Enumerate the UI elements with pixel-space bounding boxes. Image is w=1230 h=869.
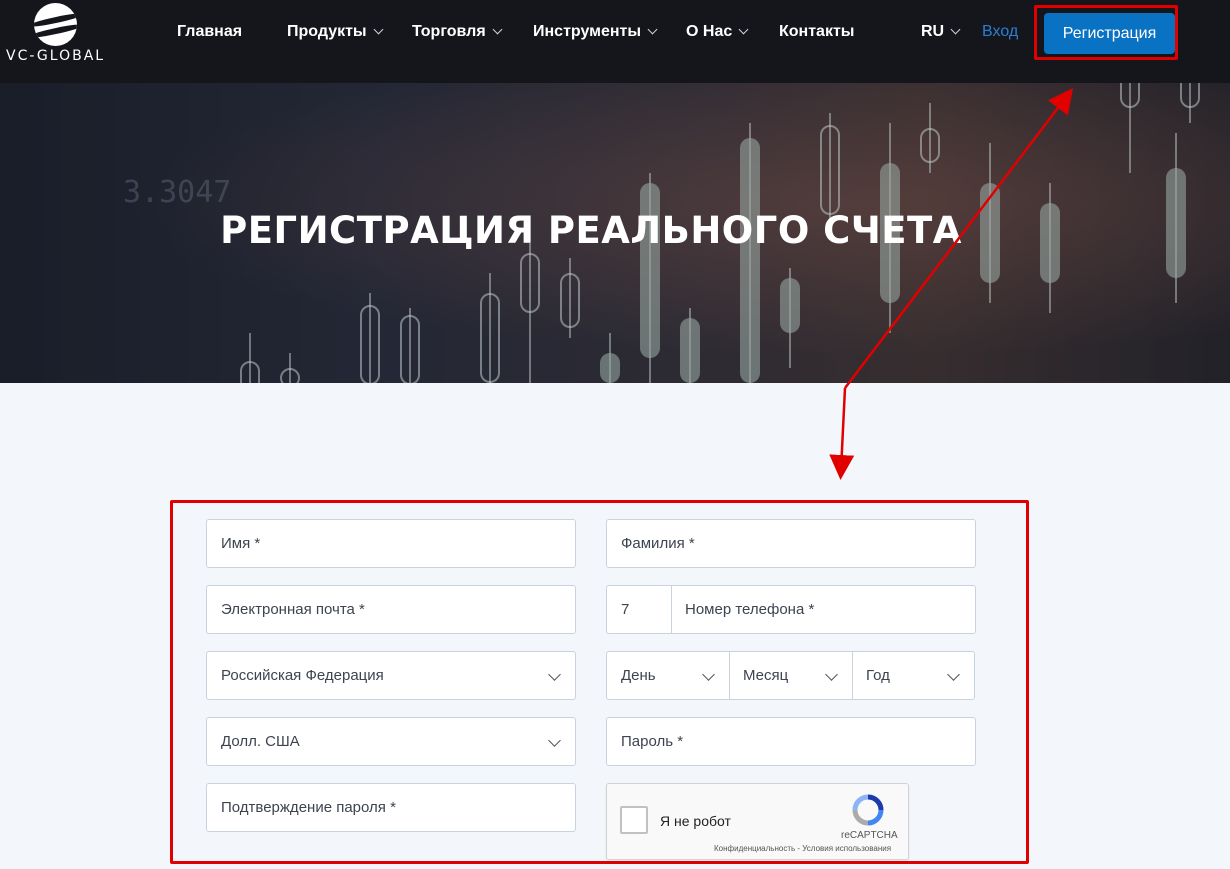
hero-banner: 3.3047 РЕГИСТРАЦИЯ РЕАЛЬНОГО СЧЕТА [0, 83, 1230, 383]
logo[interactable]: VC-GLOBAL [0, 0, 110, 70]
country-selected-value: Российская Федерация [221, 667, 384, 684]
birth-year-label: Год [866, 667, 890, 684]
phone-code-input[interactable]: 7 [607, 586, 671, 633]
nav-item-label: Торговля [412, 23, 486, 40]
chevron-down-icon [738, 24, 749, 35]
chevron-down-icon [548, 668, 561, 681]
phone-group: 7 Номер телефона * [606, 585, 976, 634]
currency-select[interactable]: Долл. США [206, 717, 576, 766]
nav-item-about[interactable]: О Нас [686, 23, 749, 41]
birth-year-select[interactable]: Год [852, 652, 974, 699]
first-name-input[interactable]: Имя * [206, 519, 576, 568]
recaptcha-checkbox[interactable] [620, 806, 648, 834]
recaptcha-widget: Я не робот reCAPTCHA Конфиденциальность … [606, 783, 909, 860]
chevron-down-icon [548, 734, 561, 747]
recaptcha-label: Я не робот [660, 813, 731, 829]
phone-number-input[interactable]: Номер телефона * [671, 586, 975, 633]
password-confirm-placeholder: Подтверждение пароля * [221, 799, 396, 816]
chevron-down-icon [702, 668, 715, 681]
ticker-number: 3.3047 [123, 175, 232, 210]
currency-selected-value: Долл. США [221, 733, 300, 750]
chevron-down-icon [373, 24, 384, 35]
phone-number-placeholder: Номер телефона * [685, 601, 815, 618]
birth-day-select[interactable]: День [607, 652, 729, 699]
chevron-down-icon [825, 668, 838, 681]
last-name-placeholder: Фамилия * [621, 535, 695, 552]
recaptcha-terms-link[interactable]: Конфиденциальность - Условия использован… [714, 844, 891, 853]
language-selector[interactable]: RU [921, 23, 961, 41]
login-link[interactable]: Вход [982, 23, 1018, 41]
nav-item-products[interactable]: Продукты [287, 23, 384, 41]
nav-item-tools[interactable]: Инструменты [533, 23, 658, 41]
password-input[interactable]: Пароль * [606, 717, 976, 766]
recaptcha-brand: reCAPTCHA [841, 830, 898, 841]
logo-text: VC-GLOBAL [6, 48, 106, 64]
password-confirm-input[interactable]: Подтверждение пароля * [206, 783, 576, 832]
page-title: РЕГИСТРАЦИЯ РЕАЛЬНОГО СЧЕТА [220, 209, 962, 252]
chevron-down-icon [492, 24, 503, 35]
birth-month-select[interactable]: Месяц [729, 652, 852, 699]
email-placeholder: Электронная почта * [221, 601, 365, 618]
nav-item-label: О Нас [686, 23, 733, 40]
globe-icon [34, 3, 77, 46]
birth-day-label: День [621, 667, 656, 684]
chevron-down-icon [647, 24, 658, 35]
nav-item-home[interactable]: Главная [177, 23, 242, 41]
chevron-down-icon [950, 24, 961, 35]
birth-month-label: Месяц [743, 667, 789, 684]
recaptcha-icon [852, 794, 884, 826]
first-name-placeholder: Имя * [221, 535, 261, 552]
last-name-input[interactable]: Фамилия * [606, 519, 976, 568]
nav-item-label: Инструменты [533, 23, 642, 40]
site-header: VC-GLOBAL Главная Продукты Торговля Инст… [0, 0, 1230, 83]
nav-item-label: Продукты [287, 23, 367, 40]
language-label: RU [921, 23, 945, 40]
nav-item-trading[interactable]: Торговля [412, 23, 503, 41]
nav-item-label: Контакты [779, 23, 855, 40]
birthdate-group: День Месяц Год [606, 651, 975, 700]
email-input[interactable]: Электронная почта * [206, 585, 576, 634]
country-select[interactable]: Российская Федерация [206, 651, 576, 700]
chevron-down-icon [947, 668, 960, 681]
nav-item-contacts[interactable]: Контакты [779, 23, 854, 41]
phone-code-value: 7 [621, 601, 630, 618]
nav-item-label: Главная [177, 23, 243, 40]
password-placeholder: Пароль * [621, 733, 684, 750]
register-button[interactable]: Регистрация [1044, 13, 1175, 54]
